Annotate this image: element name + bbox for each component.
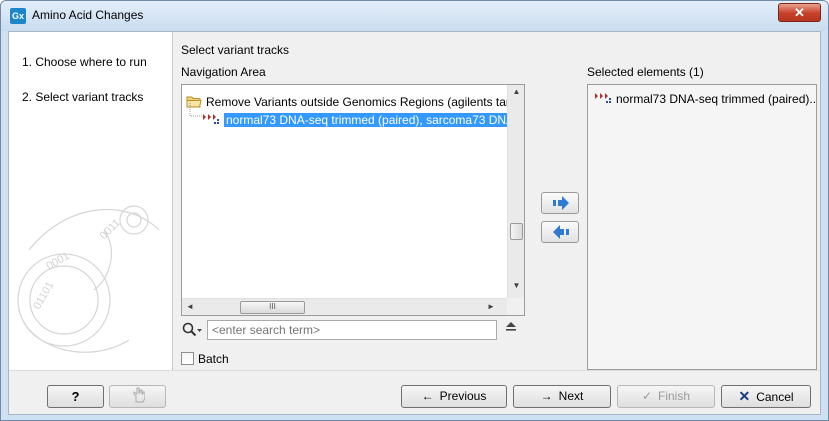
- arrow-right-icon: →: [540, 389, 553, 403]
- dialog-body: 1. Choose where to run 2. Select variant…: [8, 31, 821, 415]
- dialog-window: Gx Amino Acid Changes ✕ 1. Choose where …: [0, 0, 829, 421]
- scroll-down-icon[interactable]: ▼: [508, 281, 524, 290]
- scroll-up-icon[interactable]: ▲: [508, 87, 524, 96]
- hand-pointer-icon: [133, 387, 145, 403]
- tree-folder-item[interactable]: Remove Variants outside Genomics Regions…: [186, 93, 517, 111]
- search-input[interactable]: [207, 320, 497, 340]
- help-button[interactable]: ?: [47, 385, 104, 408]
- step-select-variant-tracks: 2. Select variant tracks: [22, 90, 144, 104]
- finish-label: Finish: [658, 389, 691, 403]
- finish-button[interactable]: ✓ Finish: [617, 385, 715, 408]
- next-button[interactable]: → Next: [513, 385, 611, 408]
- svg-text:0011: 0011: [98, 217, 123, 242]
- cancel-label: Cancel: [756, 390, 794, 404]
- list-item[interactable]: normal73 DNA-seq trimmed (paired)...: [594, 91, 817, 106]
- search-options-icon[interactable]: [503, 320, 519, 340]
- add-to-selection-button[interactable]: [541, 192, 579, 214]
- arrow-right-icon: [553, 196, 569, 210]
- footer-divider: [9, 370, 820, 371]
- previous-label: Previous: [439, 389, 487, 403]
- batch-label: Batch: [198, 352, 229, 366]
- close-button[interactable]: ✕: [778, 3, 821, 22]
- next-label: Next: [558, 389, 584, 403]
- selected-elements-list[interactable]: normal73 DNA-seq trimmed (paired)...: [587, 84, 817, 370]
- scrollbar-corner: [507, 298, 524, 315]
- variant-track-icon: [202, 112, 222, 126]
- search-icon[interactable]: [181, 321, 203, 339]
- svg-text:0001: 0001: [45, 250, 72, 273]
- window-title: Amino Acid Changes: [32, 8, 144, 22]
- remove-from-selection-button[interactable]: [541, 221, 579, 243]
- step-choose-where-to-run: 1. Choose where to run: [22, 55, 147, 69]
- selected-elements-label: Selected elements (1): [587, 65, 704, 79]
- cancel-button[interactable]: ✕ Cancel: [721, 385, 811, 408]
- previous-button[interactable]: ← Previous: [401, 385, 507, 408]
- svg-text:01101: 01101: [31, 280, 56, 312]
- section-title: Select variant tracks: [181, 43, 290, 57]
- batch-option[interactable]: Batch: [181, 352, 229, 366]
- navigation-area-label: Navigation Area: [181, 65, 266, 79]
- tree-track-label: normal73 DNA-seq trimmed (paired), sarco…: [224, 113, 517, 127]
- checkmark-icon: ✓: [641, 389, 653, 403]
- selected-item-label: normal73 DNA-seq trimmed (paired)...: [616, 92, 817, 106]
- horizontal-scroll-thumb[interactable]: III: [240, 301, 305, 314]
- app-icon: Gx: [10, 8, 26, 24]
- scroll-right-icon[interactable]: ►: [485, 302, 497, 311]
- tree-folder-label: Remove Variants outside Genomics Regions…: [206, 95, 517, 109]
- horizontal-scrollbar[interactable]: ◄ III ►: [182, 298, 507, 315]
- scroll-left-icon[interactable]: ◄: [184, 302, 196, 311]
- batch-checkbox[interactable]: [181, 352, 194, 365]
- cancel-x-icon: ✕: [738, 388, 751, 404]
- navigation-area-tree[interactable]: Remove Variants outside Genomics Regions…: [181, 84, 525, 316]
- variant-track-icon: [594, 91, 614, 105]
- reset-parameters-button[interactable]: [109, 385, 166, 408]
- title-bar[interactable]: Gx Amino Acid Changes ✕: [1, 1, 828, 31]
- arrow-left-icon: ←: [421, 389, 434, 403]
- arrow-left-icon: [553, 225, 569, 239]
- vertical-scrollbar[interactable]: ▲ ▼: [507, 85, 524, 298]
- tree-track-item[interactable]: normal73 DNA-seq trimmed (paired), sarco…: [189, 103, 517, 129]
- workbench-logo-watermark: 0001 01101 0011: [17, 205, 160, 353]
- vertical-scroll-thumb[interactable]: [510, 223, 523, 240]
- tree-connector-line: [189, 103, 202, 117]
- wizard-steps-panel: 1. Choose where to run 2. Select variant…: [9, 32, 173, 370]
